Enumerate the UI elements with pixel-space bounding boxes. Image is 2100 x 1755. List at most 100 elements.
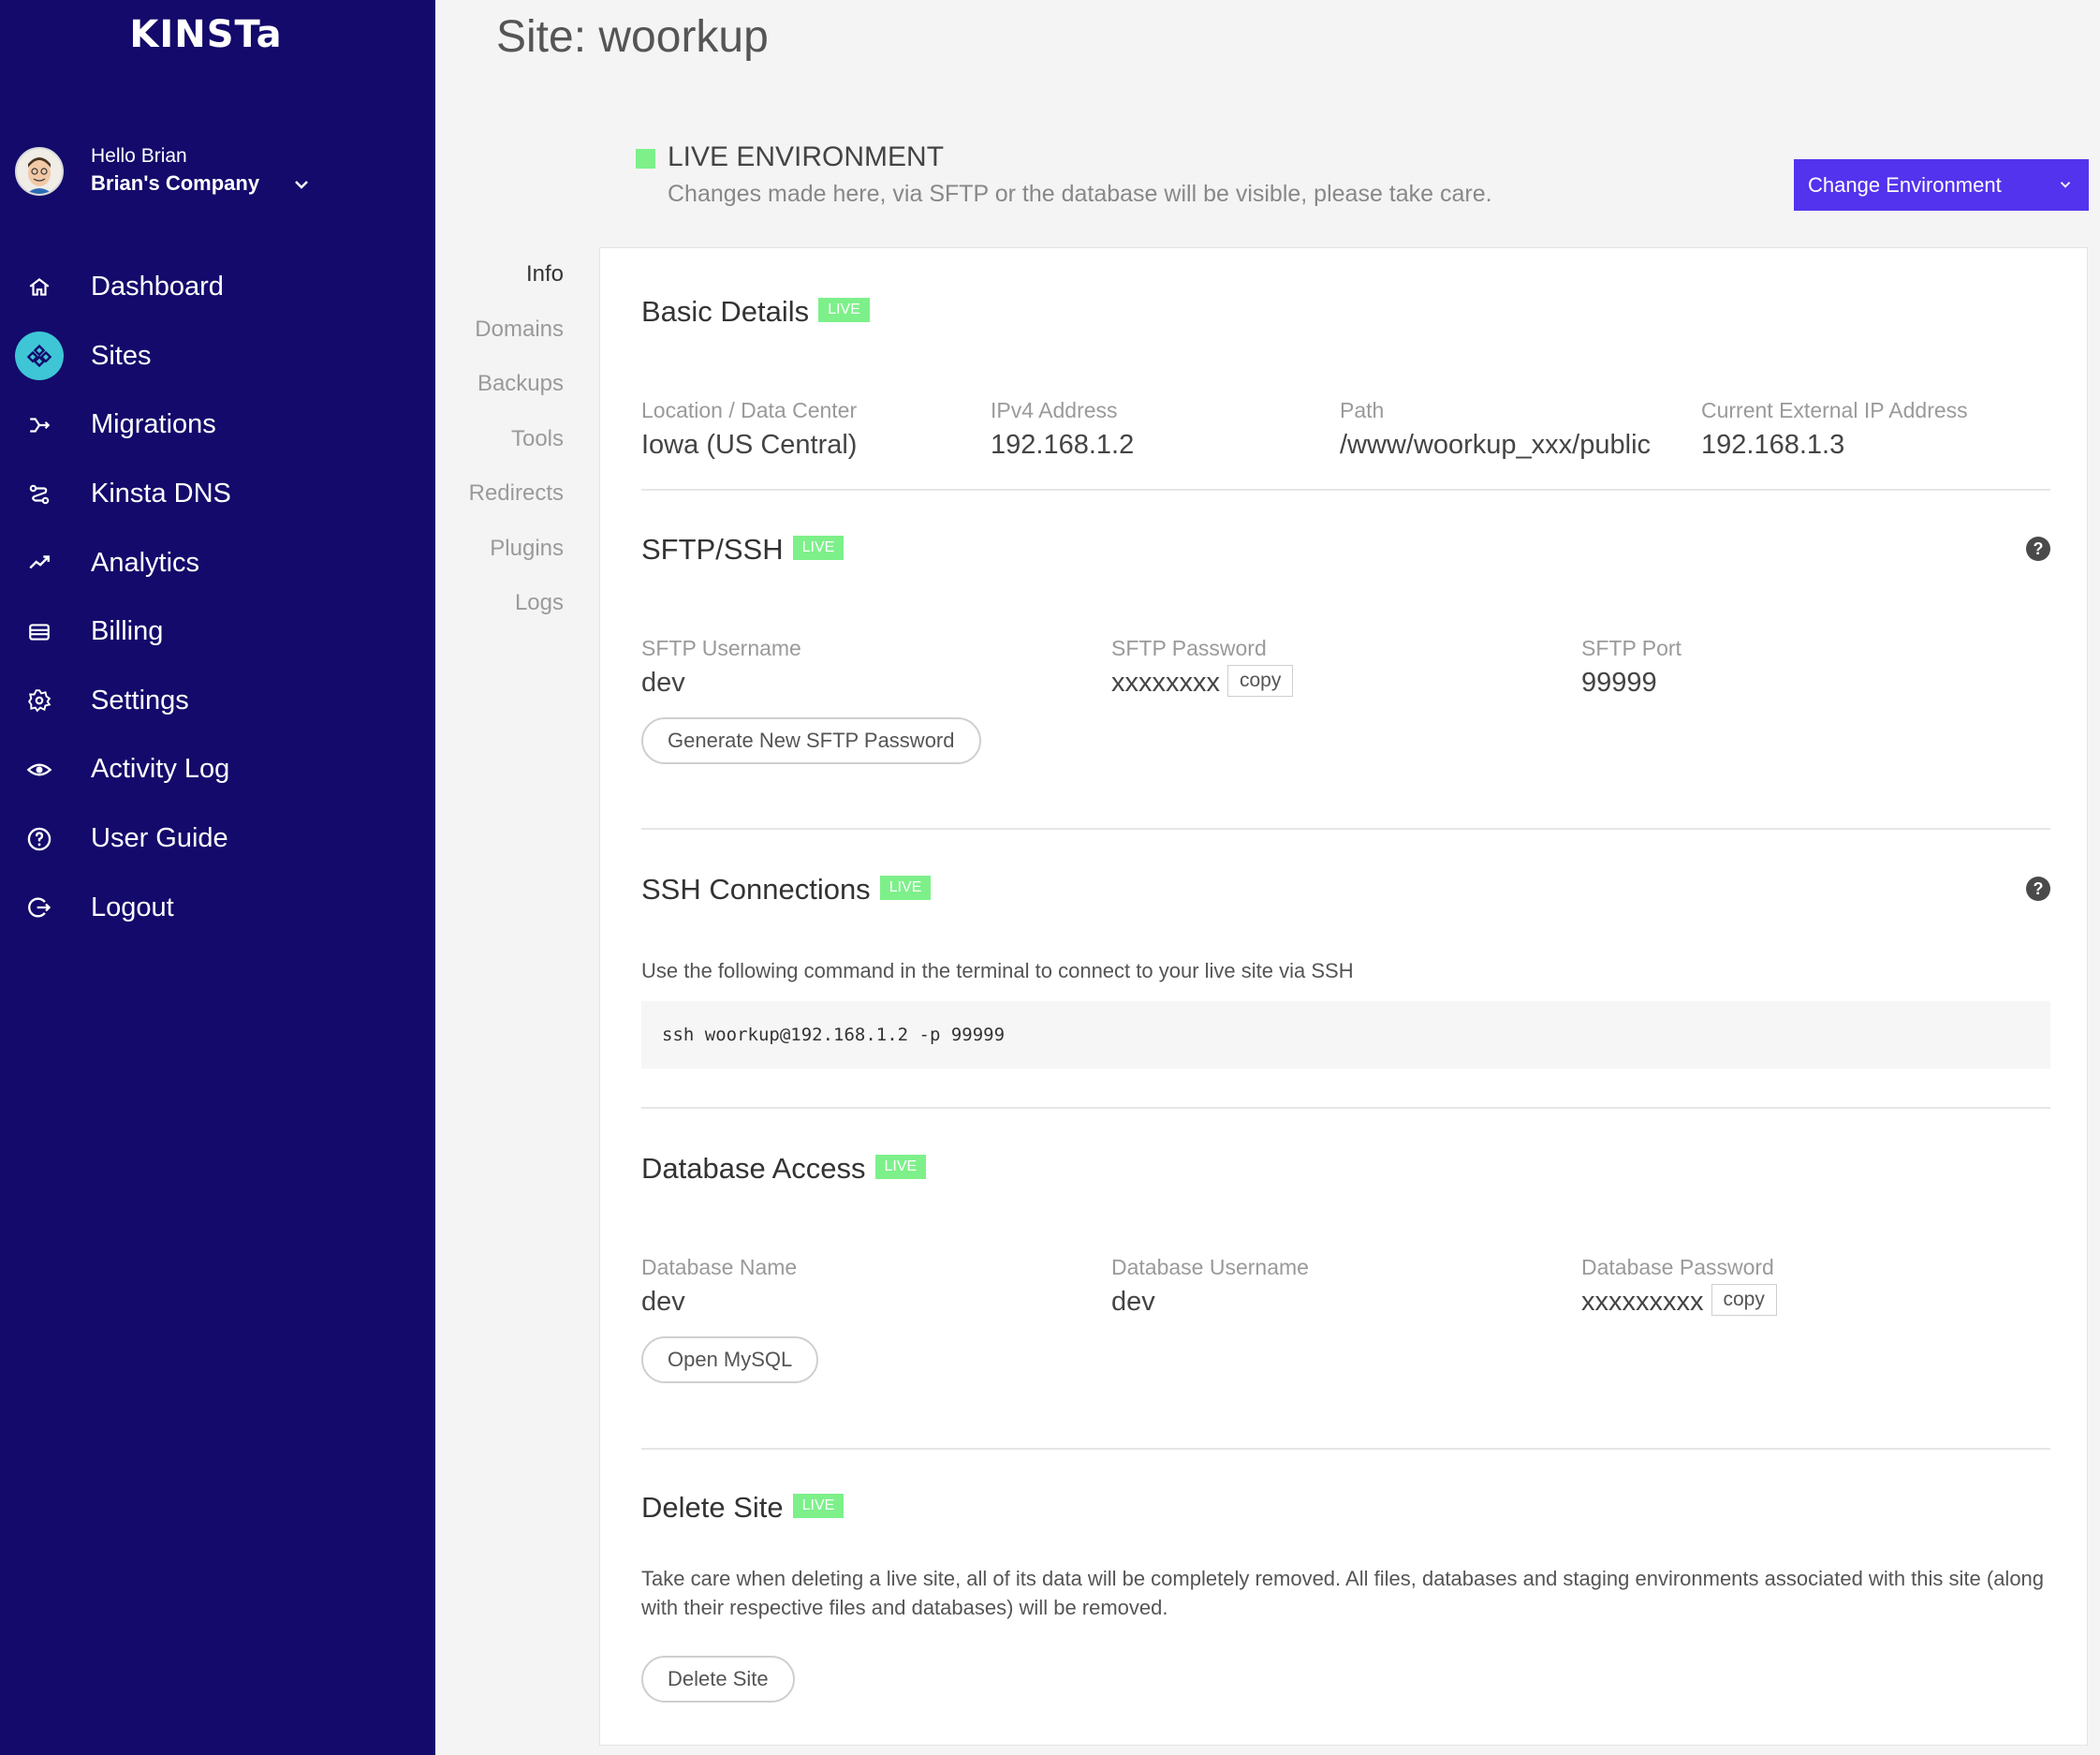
ipv4-value: 192.168.1.2 <box>991 430 1135 460</box>
database-password-row: xxxxxxxxx copy <box>1581 1284 1777 1319</box>
nav-label: Dashboard <box>91 272 224 302</box>
live-badge: LIVE <box>874 1154 927 1179</box>
company-name[interactable]: Brian's Company <box>91 171 259 196</box>
delete-site-button[interactable]: Delete Site <box>641 1656 795 1703</box>
nav-label: Migrations <box>91 409 216 440</box>
delete-site-description: Take care when deleting a live site, all… <box>641 1567 2045 1619</box>
question-icon <box>15 815 64 863</box>
section-title: Delete Site LIVE <box>641 1491 844 1525</box>
nav-item-activity-log[interactable]: Activity Log <box>0 735 435 804</box>
ssh-description: Use the following command in the termina… <box>641 959 1354 982</box>
ssh-command-box[interactable]: ssh woorkup@192.168.1.2 -p 99999 <box>641 1001 2050 1069</box>
section-title: SSH Connections LIVE <box>641 873 932 907</box>
sftp-password-value: xxxxxxxx <box>1111 668 1220 698</box>
sftp-password-row: xxxxxxxx copy <box>1111 665 1294 700</box>
database-name-value: dev <box>641 1287 685 1317</box>
nav-label: User Guide <box>91 823 228 854</box>
subnav-logs[interactable]: Logs <box>440 576 599 631</box>
environment-description: Changes made here, via SFTP or the datab… <box>668 181 1492 207</box>
generate-sftp-password-button[interactable]: Generate New SFTP Password <box>641 717 981 764</box>
basic-details-title: Basic Details <box>641 295 810 328</box>
nav-label: Activity Log <box>91 754 230 785</box>
nav-item-migrations[interactable]: Migrations <box>0 391 435 460</box>
location-value: Iowa (US Central) <box>641 430 858 460</box>
nav-item-dashboard[interactable]: Dashboard <box>0 253 435 322</box>
database-section: Database Access LIVE Database Name dev Da… <box>641 1152 2050 1395</box>
nav-label: Settings <box>91 685 189 715</box>
chevron-down-icon[interactable] <box>290 173 313 196</box>
change-environment-button[interactable]: Change Environment <box>1794 159 2089 211</box>
nav-item-settings[interactable]: Settings <box>0 667 435 736</box>
nav-label: Billing <box>91 616 164 647</box>
subnav-plugins[interactable]: Plugins <box>440 522 599 577</box>
sftp-username-label: SFTP Username <box>641 636 801 660</box>
help-icon[interactable]: ? <box>2026 877 2050 901</box>
eye-icon <box>15 745 64 794</box>
nav-label: Sites <box>91 340 152 371</box>
live-badge: LIVE <box>818 297 870 322</box>
avatar <box>15 147 64 196</box>
database-password-label: Database Password <box>1581 1255 1774 1279</box>
nav-item-sites[interactable]: Sites <box>0 322 435 391</box>
sites-icon <box>15 332 64 381</box>
migrations-icon <box>15 401 64 450</box>
home-icon <box>15 263 64 312</box>
sftp-section: SFTP/SSH LIVE ? SFTP Username dev SFTP Pa… <box>641 533 2050 776</box>
open-mysql-button[interactable]: Open MySQL <box>641 1336 819 1383</box>
sidebar: KINSTa Hello Brian Brian's Company Dashb… <box>0 0 435 1755</box>
user-greeting: Hello Brian <box>91 145 187 167</box>
main-nav: Dashboard Sites Migrations Kinsta DNS An… <box>0 253 435 942</box>
basic-details-section: Basic Details LIVE Location / Data Center… <box>641 295 2050 464</box>
subnav-backups[interactable]: Backups <box>440 357 599 412</box>
user-menu[interactable]: Hello Brian Brian's Company <box>15 145 418 201</box>
section-divider <box>641 489 2050 491</box>
live-indicator <box>636 149 655 169</box>
section-divider <box>641 828 2050 830</box>
help-icon[interactable]: ? <box>2026 537 2050 561</box>
button-label: Generate New SFTP Password <box>668 729 955 752</box>
page-title: Site: woorkup <box>496 12 769 62</box>
site-subnav: Info Domains Backups Tools Redirects Plu… <box>440 247 599 631</box>
nav-label: Logout <box>91 892 174 922</box>
external-ip-value: 192.168.1.3 <box>1701 430 1845 460</box>
database-title: Database Access <box>641 1152 866 1185</box>
copy-sftp-password-button[interactable]: copy <box>1227 665 1294 698</box>
button-label: Delete Site <box>668 1667 769 1690</box>
billing-icon <box>15 608 64 656</box>
delete-site-title: Delete Site <box>641 1491 784 1524</box>
nav-item-kinsta-dns[interactable]: Kinsta DNS <box>0 460 435 529</box>
ipv4-label: IPv4 Address <box>991 398 1118 422</box>
sftp-password-label: SFTP Password <box>1111 636 1267 660</box>
section-title: Database Access LIVE <box>641 1152 927 1186</box>
subnav-redirects[interactable]: Redirects <box>440 466 599 522</box>
nav-label: Analytics <box>91 547 200 578</box>
sftp-username-value: dev <box>641 668 685 698</box>
sftp-port-label: SFTP Port <box>1581 636 1681 660</box>
subnav-tools[interactable]: Tools <box>440 412 599 467</box>
live-badge: LIVE <box>792 1493 844 1518</box>
subnav-info[interactable]: Info <box>440 247 599 302</box>
nav-item-user-guide[interactable]: User Guide <box>0 804 435 874</box>
section-divider <box>641 1448 2050 1450</box>
path-label: Path <box>1340 398 1385 422</box>
gear-icon <box>15 676 64 725</box>
nav-item-billing[interactable]: Billing <box>0 597 435 667</box>
database-password-value: xxxxxxxxx <box>1581 1287 1704 1317</box>
kinsta-logo[interactable]: KINSTa <box>0 13 412 56</box>
nav-label: Kinsta DNS <box>91 479 231 509</box>
dns-icon <box>15 470 64 519</box>
ssh-section: SSH Connections LIVE ? Use the following … <box>641 873 2050 1069</box>
sftp-port-value: 99999 <box>1581 668 1657 698</box>
environment-title: LIVE ENVIRONMENT <box>668 141 945 172</box>
nav-item-logout[interactable]: Logout <box>0 873 435 942</box>
copy-database-password-button[interactable]: copy <box>1711 1284 1777 1317</box>
site-info-card: Basic Details LIVE Location / Data Center… <box>599 247 2088 1746</box>
change-environment-label: Change Environment <box>1808 172 2002 197</box>
nav-item-analytics[interactable]: Analytics <box>0 528 435 597</box>
section-divider <box>641 1107 2050 1109</box>
database-name-label: Database Name <box>641 1255 798 1279</box>
database-username-value: dev <box>1111 1287 1155 1317</box>
live-badge: LIVE <box>792 535 844 560</box>
external-ip-label: Current External IP Address <box>1701 398 1968 422</box>
subnav-domains[interactable]: Domains <box>440 302 599 358</box>
